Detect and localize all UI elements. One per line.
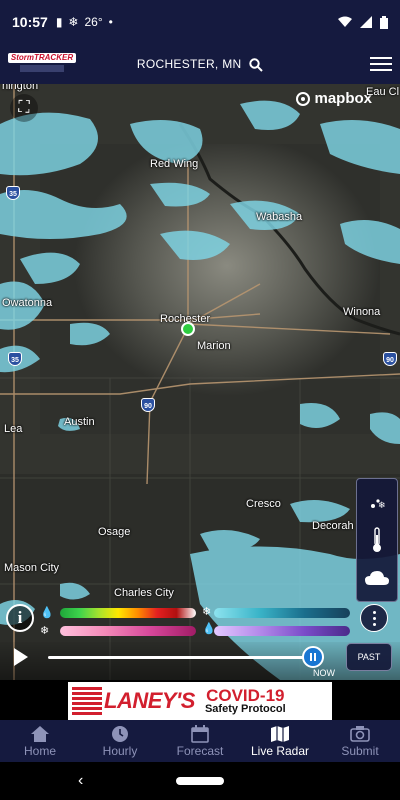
- stormtracker-logo: StormTRACKER: [8, 53, 76, 75]
- calendar-icon: [191, 724, 209, 743]
- fullscreen-icon[interactable]: ⛶: [10, 94, 38, 122]
- map-label-winona: Winona: [343, 306, 381, 318]
- nav-hourly-label: Hourly: [102, 743, 138, 758]
- highway-shield-35-south: 35: [8, 352, 22, 366]
- nav-submit[interactable]: Submit: [320, 720, 400, 762]
- app-header: StormTRACKER ROCHESTER, MN: [0, 44, 400, 84]
- battery-icon: [380, 15, 388, 29]
- map-icon: [271, 725, 289, 742]
- nav-forecast-label: Forecast: [176, 743, 224, 758]
- back-icon[interactable]: ‹: [78, 772, 83, 790]
- map-label-owatonna: Owatonna: [2, 297, 53, 309]
- camera-icon: [350, 725, 370, 742]
- ad-banner[interactable]: LANEY'S COVID-19 Safety Protocol: [0, 680, 400, 720]
- svg-text:❄: ❄: [378, 501, 386, 511]
- radar-map[interactable]: ⛶ mapbox nington Eau Cl Red Wing Wabasha…: [0, 84, 400, 680]
- nav-live-radar[interactable]: Live Radar: [240, 720, 320, 762]
- ad-subline: Safety Protocol: [204, 703, 286, 715]
- nav-home[interactable]: Home: [0, 720, 80, 762]
- dot-icon: •: [108, 15, 113, 29]
- timeline-track[interactable]: [48, 656, 324, 659]
- mapbox-attribution: mapbox: [296, 90, 372, 107]
- highway-shield-90-east: 90: [383, 352, 397, 366]
- nav-hourly[interactable]: Hourly: [80, 720, 160, 762]
- nav-submit-label: Submit: [341, 743, 379, 758]
- map-label-wabasha: Wabasha: [256, 211, 303, 223]
- map-label-marion: Marion: [197, 340, 231, 352]
- snowflake-icon: ❄: [68, 15, 79, 29]
- layer-toggle-panel: ❄: [356, 478, 398, 602]
- map-label-nington: nington: [2, 84, 39, 92]
- location-label[interactable]: ROCHESTER, MN: [137, 57, 242, 71]
- radar-timeline: NOW PAST: [0, 642, 400, 680]
- map-label-mason-city: Mason City: [4, 562, 60, 574]
- bottom-nav: Home Hourly Forecast Live Radar Submit: [0, 720, 400, 762]
- temperature-button[interactable]: [362, 525, 392, 555]
- rain-color-scale: [60, 608, 196, 618]
- nav-forecast[interactable]: Forecast: [160, 720, 240, 762]
- snow-color-scale: [214, 608, 350, 618]
- logo-text: StormTRACKER: [8, 53, 76, 63]
- past-button[interactable]: PAST: [346, 643, 392, 671]
- home-gesture-pill[interactable]: [176, 777, 224, 785]
- rain-legend-icon: 💧: [40, 607, 54, 619]
- map-label-decorah: Decorah: [312, 520, 354, 532]
- highway-shield-90-west: 90: [141, 398, 155, 412]
- precip-type-icon: ❄: [371, 499, 386, 511]
- nav-home-label: Home: [23, 743, 56, 758]
- wifi-icon: [338, 16, 352, 27]
- map-label-charles-city: Charles City: [114, 587, 174, 599]
- clock-icon: [112, 725, 128, 742]
- cloud-icon: [365, 571, 389, 585]
- current-location-marker[interactable]: [181, 322, 195, 336]
- radar-legend: i 💧 ❄ ❄ 💧: [0, 602, 400, 642]
- map-label-cresco: Cresco: [246, 498, 281, 510]
- status-temp: 26°: [84, 15, 103, 29]
- info-icon[interactable]: i: [6, 604, 34, 632]
- mix-color-scale: [60, 626, 196, 636]
- map-label-eau-cl: Eau Cl: [366, 86, 400, 98]
- clouds-button[interactable]: [362, 563, 392, 593]
- status-time: 10:57: [12, 14, 48, 30]
- nav-live-radar-label: Live Radar: [250, 743, 310, 758]
- play-icon[interactable]: [14, 648, 28, 666]
- thermometer-icon: [373, 527, 381, 552]
- ad-headline: COVID-19: [206, 686, 285, 705]
- map-terrain: [0, 84, 400, 680]
- status-bar: 10:57 ▮ ❄ 26° •: [0, 0, 400, 44]
- map-label-lea: Lea: [4, 423, 23, 435]
- more-options-icon[interactable]: [360, 604, 388, 632]
- mix-legend-icon: ❄: [40, 625, 50, 637]
- home-icon: [31, 725, 49, 742]
- menu-icon[interactable]: [370, 57, 392, 71]
- mapbox-logo-icon: [296, 91, 311, 106]
- snow-legend-icon: ❄: [202, 606, 212, 618]
- ad-logo-stripes: [72, 687, 102, 715]
- ad-brand: LANEY'S: [104, 688, 195, 713]
- ice-color-scale: [214, 626, 350, 636]
- timeline-slider-handle[interactable]: [301, 646, 324, 668]
- map-label-austin: Austin: [64, 416, 95, 428]
- ad-creative[interactable]: LANEY'S COVID-19 Safety Protocol: [68, 682, 332, 720]
- sd-card-icon: ▮: [55, 15, 63, 29]
- precip-type-button[interactable]: ❄: [362, 487, 392, 517]
- system-nav-bar: ‹: [0, 762, 400, 800]
- search-icon[interactable]: [249, 58, 263, 72]
- mapbox-label: mapbox: [314, 90, 372, 107]
- map-label-red-wing: Red Wing: [150, 158, 199, 170]
- map-label-osage: Osage: [98, 526, 131, 538]
- signal-icon: [360, 16, 372, 28]
- now-label: NOW: [313, 668, 335, 678]
- highway-shield-35-north: 35: [6, 186, 20, 200]
